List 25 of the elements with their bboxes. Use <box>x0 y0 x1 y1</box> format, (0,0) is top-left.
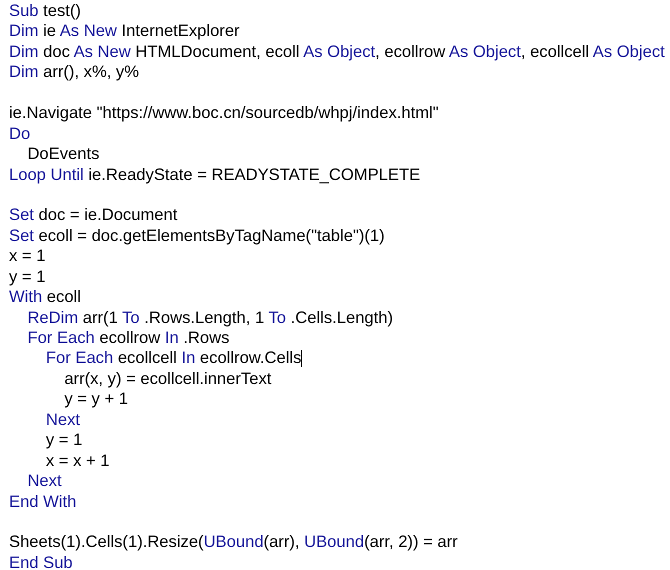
code-line: Set doc = ie.Document <box>9 205 178 226</box>
code-line: Set ecoll = doc.getElementsByTagName("table")(1) <box>9 226 385 246</box>
code-line: With ecoll <box>9 287 81 308</box>
code-line: Next <box>26 471 62 492</box>
code-line: DoEvents <box>26 144 100 165</box>
code-line: ReDim arr(1 To .Rows.Length, 1 To .Cells.Length) <box>26 308 394 328</box>
code-line: x = x + 1 <box>44 450 110 472</box>
code-line: y = y + 1 <box>63 389 128 410</box>
code-line: Sub test() <box>9 1 81 22</box>
code-line: arr(x, y) = ecollcell.innerText <box>63 368 272 390</box>
code-line: Dim arr(), x%, y% <box>9 62 139 83</box>
code-line: Loop Until ie.ReadyState = READYSTATE_COMPLETE <box>9 164 420 185</box>
code-line: Dim doc As New HTMLDocument, ecoll As Object, ecollrow As Object, ecollcell As Object <box>9 42 665 62</box>
code-line: Next <box>44 410 80 430</box>
code-line: For Each ecollcell In ecollrow.Cells <box>44 348 302 369</box>
code-line: ie.Navigate "https://www.boc.cn/sourcedb/whpj/index.html" <box>9 103 439 124</box>
code-line: End With <box>9 492 76 512</box>
code-line: y = 1 <box>44 430 82 451</box>
code-line: x = 1 <box>9 246 46 267</box>
code-line: For Each ecollrow In .Rows <box>26 328 230 348</box>
code-line: Sheets(1).Cells(1).Resize(UBound(arr), UBound(arr, 2)) = arr <box>9 532 458 553</box>
code-line: Dim ie As New InternetExplorer <box>9 21 240 42</box>
code-line: Do <box>9 124 30 144</box>
code-line: End Sub <box>9 552 73 570</box>
code-line: y = 1 <box>9 266 46 288</box>
